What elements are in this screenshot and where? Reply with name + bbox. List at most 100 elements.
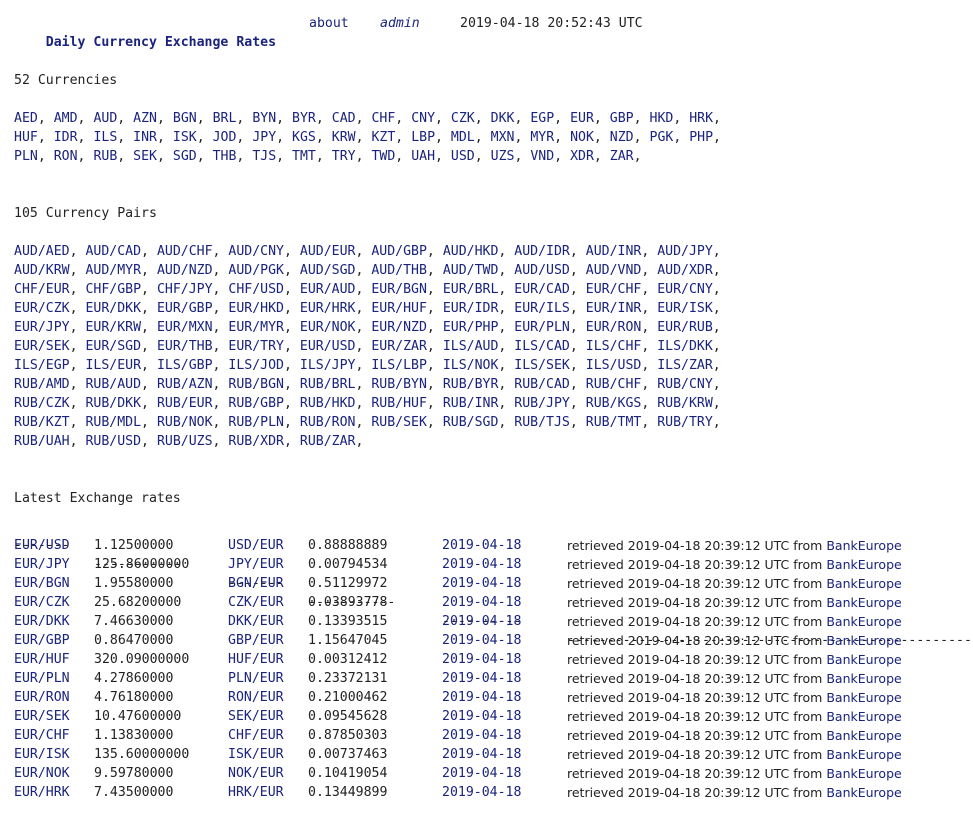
currency-pair-link[interactable]: EUR/SEK — [14, 339, 70, 354]
currency-pair-link[interactable]: EUR/CNY — [657, 282, 713, 297]
rate-date-link[interactable]: 2019-04-18 — [442, 783, 521, 802]
currency-link[interactable]: RUB — [93, 149, 117, 164]
rate-date-link[interactable]: 2019-04-18 — [442, 764, 521, 783]
inverse-pair-link[interactable]: NOK/EUR — [228, 764, 284, 783]
currency-pair-link[interactable]: EUR/RON — [586, 320, 642, 335]
currency-pair-link[interactable]: RUB/TJS — [514, 415, 570, 430]
currency-link[interactable]: AED — [14, 111, 38, 126]
currency-link[interactable]: BYR — [292, 111, 316, 126]
pair-link[interactable]: EUR/GBP — [14, 631, 70, 650]
currency-link[interactable]: USD — [451, 149, 475, 164]
currency-pair-link[interactable]: AUD/USD — [514, 263, 570, 278]
currency-pair-link[interactable]: EUR/CZK — [14, 301, 70, 316]
currency-pair-link[interactable]: ILS/CHF — [586, 339, 642, 354]
inverse-pair-link[interactable]: CZK/EUR — [228, 593, 284, 612]
currency-pair-link[interactable]: EUR/RUB — [657, 320, 713, 335]
source-link[interactable]: BankEurope — [826, 785, 901, 800]
currency-pair-link[interactable]: RUB/KGS — [586, 396, 642, 411]
currency-pair-link[interactable]: AUD/NZD — [157, 263, 213, 278]
currency-pair-link[interactable]: CHF/EUR — [14, 282, 70, 297]
currency-link[interactable]: DKK — [491, 111, 515, 126]
currency-pair-link[interactable]: RUB/GBP — [228, 396, 284, 411]
currency-pair-link[interactable]: CHF/USD — [228, 282, 284, 297]
currency-pair-link[interactable]: RUB/AUD — [85, 377, 141, 392]
currency-pair-link[interactable]: RUB/SEK — [371, 415, 427, 430]
currency-pair-link[interactable]: ILS/EGP — [14, 358, 70, 373]
currency-pair-link[interactable]: AUD/MYR — [85, 263, 141, 278]
currency-pair-link[interactable]: RUB/TMT — [586, 415, 642, 430]
pair-link[interactable]: EUR/NOK — [14, 764, 70, 783]
currency-pair-link[interactable]: RUB/AZN — [157, 377, 213, 392]
currency-link[interactable]: MXN — [491, 130, 515, 145]
currency-link[interactable]: AZN — [133, 111, 157, 126]
inverse-pair-link[interactable]: RON/EUR — [228, 688, 284, 707]
rate-date-link[interactable]: 2019-04-18 — [442, 650, 521, 669]
currency-pair-link[interactable]: ILS/ZAR — [657, 358, 713, 373]
currency-link[interactable]: VND — [530, 149, 554, 164]
inverse-pair-link[interactable]: JPY/EUR — [228, 555, 284, 574]
currency-pair-link[interactable]: RUB/XDR — [228, 434, 284, 449]
currency-pair-link[interactable]: RUB/PLN — [228, 415, 284, 430]
currency-link[interactable]: MYR — [530, 130, 554, 145]
currency-link[interactable]: HKD — [650, 111, 674, 126]
currency-pair-link[interactable]: RUB/NOK — [157, 415, 213, 430]
source-link[interactable]: BankEurope — [826, 766, 901, 781]
currency-link[interactable]: KGS — [292, 130, 316, 145]
currency-pair-link[interactable]: AUD/IDR — [514, 244, 570, 259]
pair-link[interactable]: EUR/ISK — [14, 745, 70, 764]
rate-date-link[interactable]: 2019-04-18 — [442, 631, 521, 650]
pair-link[interactable]: EUR/SEK — [14, 707, 70, 726]
currency-pair-link[interactable]: EUR/TRY — [228, 339, 284, 354]
currency-link[interactable]: EGP — [530, 111, 554, 126]
currency-link[interactable]: MDL — [451, 130, 475, 145]
currency-pair-link[interactable]: ILS/JOD — [228, 358, 284, 373]
inverse-pair-link[interactable]: HRK/EUR — [228, 783, 284, 802]
currency-pair-link[interactable]: ILS/GBP — [157, 358, 213, 373]
currency-pair-link[interactable]: RUB/MDL — [85, 415, 141, 430]
source-link[interactable]: BankEurope — [826, 671, 901, 686]
currency-pair-link[interactable]: EUR/DKK — [85, 301, 141, 316]
currency-pair-link[interactable]: AUD/JPY — [657, 244, 713, 259]
about-link[interactable]: about — [309, 14, 349, 33]
currency-pair-link[interactable]: ILS/JPY — [300, 358, 356, 373]
currency-pair-link[interactable]: EUR/ZAR — [371, 339, 427, 354]
currency-link[interactable]: CAD — [332, 111, 356, 126]
currency-link[interactable]: TWD — [371, 149, 395, 164]
currency-pair-link[interactable]: RUB/ZAR — [300, 434, 356, 449]
currency-link[interactable]: TRY — [332, 149, 356, 164]
currency-pair-link[interactable]: EUR/HKD — [228, 301, 284, 316]
source-link[interactable]: BankEurope — [826, 652, 901, 667]
currency-pair-link[interactable]: ILS/EUR — [85, 358, 141, 373]
currency-link[interactable]: BRL — [213, 111, 237, 126]
currency-pair-link[interactable]: EUR/MXN — [157, 320, 213, 335]
currency-link[interactable]: JPY — [252, 130, 276, 145]
currency-pair-link[interactable]: EUR/CHF — [586, 282, 642, 297]
currency-pair-link[interactable]: EUR/USD — [300, 339, 356, 354]
site-title-link[interactable]: Daily Currency Exchange Rates — [46, 35, 276, 50]
currency-pair-link[interactable]: AUD/PGK — [228, 263, 284, 278]
currency-pair-link[interactable]: RUB/HKD — [300, 396, 356, 411]
currency-pair-link[interactable]: CHF/JPY — [157, 282, 213, 297]
currency-pair-link[interactable]: AUD/CHF — [157, 244, 213, 259]
currency-link[interactable]: NOK — [570, 130, 594, 145]
currency-pair-link[interactable]: RUB/INR — [443, 396, 499, 411]
currency-link[interactable]: LBP — [411, 130, 435, 145]
currency-pair-link[interactable]: CHF/GBP — [85, 282, 141, 297]
currency-pair-link[interactable]: RUB/CZK — [14, 396, 70, 411]
rate-date-link[interactable]: 2019-04-18 — [442, 726, 521, 745]
currency-pair-link[interactable]: RUB/SGD — [443, 415, 499, 430]
currency-pair-link[interactable]: RUB/BRL — [300, 377, 356, 392]
currency-pair-link[interactable]: RUB/HUF — [371, 396, 427, 411]
currency-pair-link[interactable]: EUR/SGD — [85, 339, 141, 354]
rate-date-link[interactable]: 2019-04-18 — [442, 707, 521, 726]
rate-date-link[interactable]: 2019-04-18 — [442, 745, 521, 764]
pair-link[interactable]: EUR/JPY — [14, 555, 70, 574]
currency-pair-link[interactable]: RUB/CNY — [657, 377, 713, 392]
currency-link[interactable]: INR — [133, 130, 157, 145]
currency-link[interactable]: JOD — [213, 130, 237, 145]
currency-link[interactable]: SGD — [173, 149, 197, 164]
user-link[interactable]: admin — [380, 14, 420, 33]
inverse-pair-link[interactable]: SEK/EUR — [228, 707, 284, 726]
currency-pair-link[interactable]: ILS/NOK — [443, 358, 499, 373]
currency-pair-link[interactable]: EUR/AUD — [300, 282, 356, 297]
